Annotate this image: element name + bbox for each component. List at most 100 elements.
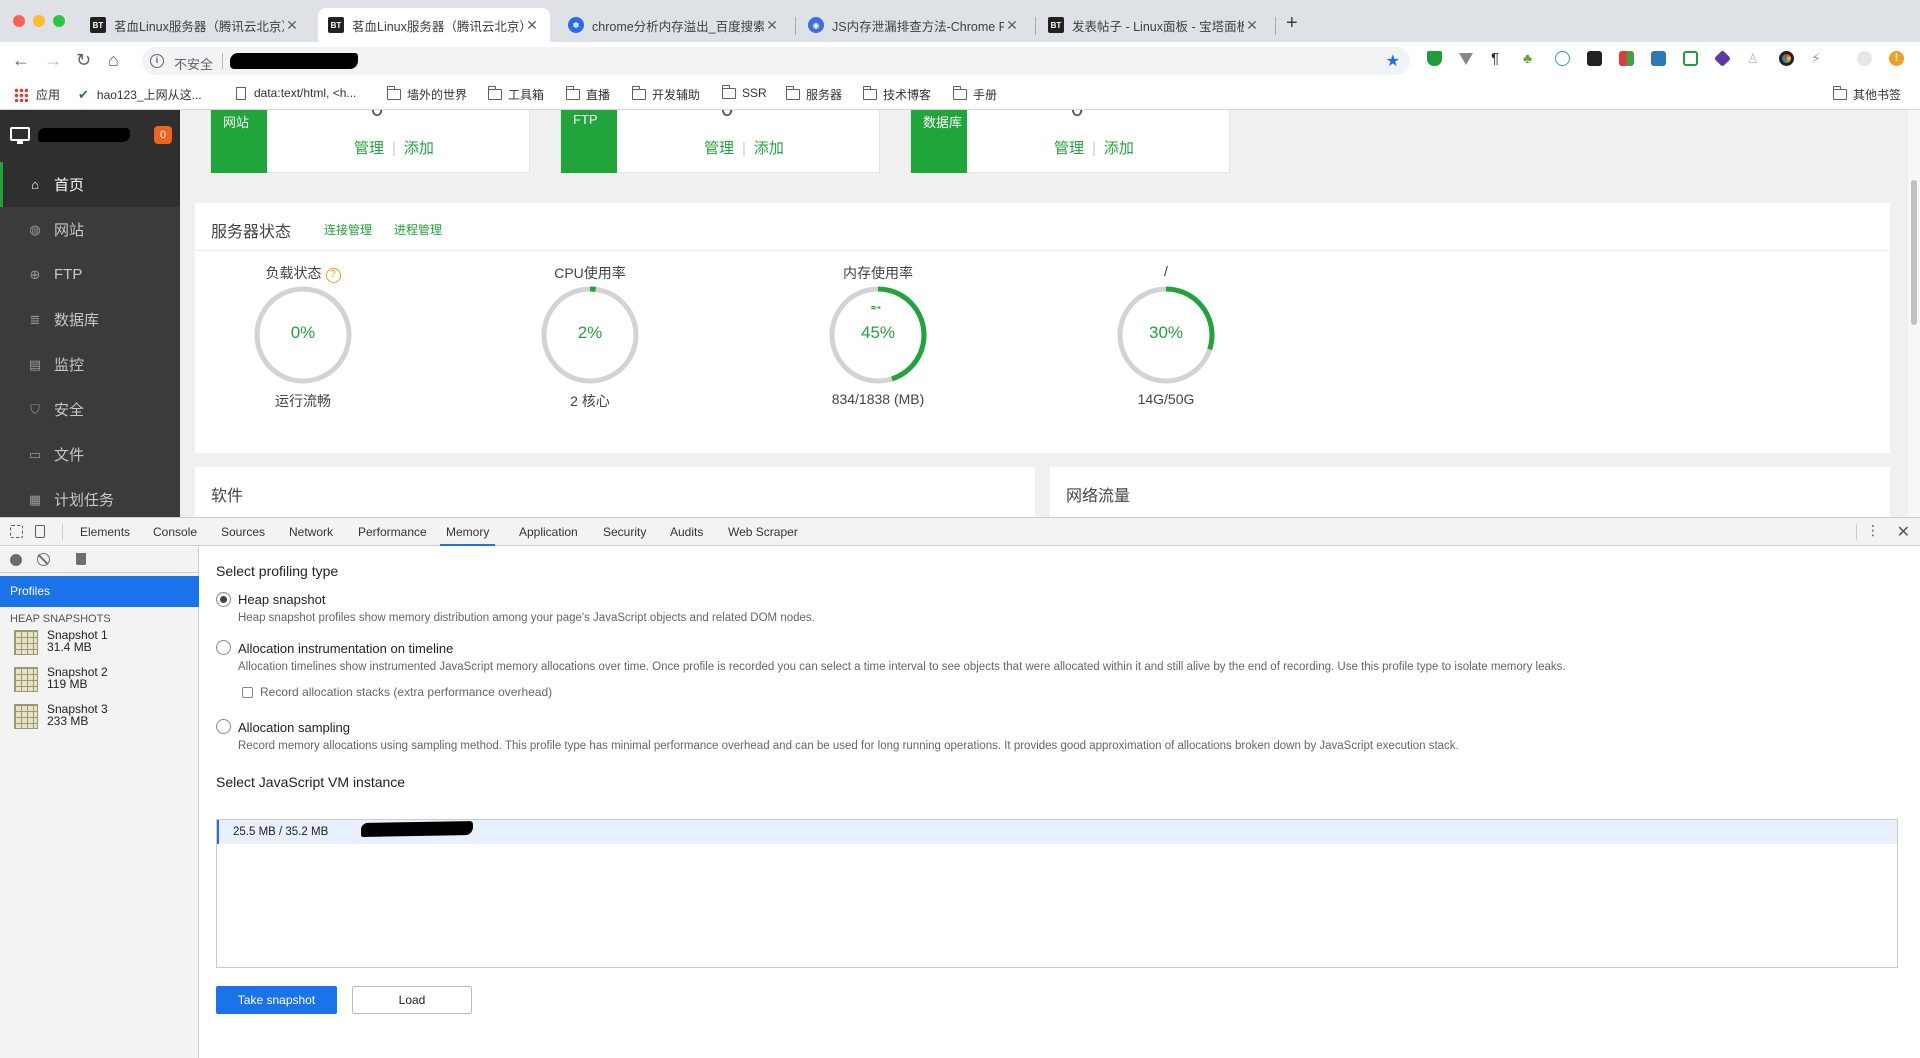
bookmark-folder[interactable]: 墙外的世界: [387, 86, 467, 103]
clear-icon[interactable]: [37, 553, 50, 566]
browser-tab[interactable]: ◉ JS内存泄漏排查方法-Chrome Profiles ✕: [798, 8, 1030, 42]
vm-instance-row[interactable]: 25.5 MB / 35.2 MB: [217, 820, 1897, 844]
bookmark-item[interactable]: ✔ hao123_上网从这...: [78, 86, 202, 103]
new-tab-button[interactable]: +: [1286, 12, 1298, 35]
browser-tab-active[interactable]: BT 茗血Linux服务器（腾讯云北京） ✕: [318, 8, 550, 42]
connection-manage-link[interactable]: 连接管理: [324, 221, 372, 238]
bookmark-folder[interactable]: 技术博客: [863, 86, 931, 103]
manage-link[interactable]: 管理: [354, 140, 384, 157]
tab-console[interactable]: Console: [147, 518, 203, 546]
page-scrollbar[interactable]: [1908, 110, 1920, 517]
load-gauge[interactable]: 负载状态? 0% 运行流畅: [223, 263, 383, 411]
allocation-timeline-label[interactable]: Allocation instrumentation on timeline: [238, 641, 453, 656]
paragraph-icon[interactable]: ¶: [1491, 51, 1506, 66]
manage-link[interactable]: 管理: [704, 140, 734, 157]
sidebar-item-home[interactable]: ⌂ 首页: [0, 162, 180, 207]
sidebar-item-ftp[interactable]: ⊕ FTP: [0, 252, 180, 297]
bookmark-item[interactable]: data:text/html, <h...: [236, 86, 356, 100]
lightning-icon[interactable]: ⚡: [1811, 51, 1826, 66]
green-square-icon[interactable]: [1683, 51, 1698, 66]
slash-box-icon[interactable]: [1651, 51, 1666, 66]
browser-tab[interactable]: BT 发表帖子 - Linux面板 - 宝塔面板 ✕: [1038, 8, 1270, 42]
take-snapshot-button[interactable]: Take snapshot: [216, 986, 337, 1014]
bookmark-star-icon[interactable]: ★: [1386, 51, 1400, 71]
bookmark-folder[interactable]: SSR: [722, 84, 767, 100]
adblock-shield-icon[interactable]: [1427, 51, 1442, 66]
sidebar-item-website[interactable]: ◍ 网站: [0, 207, 180, 252]
inspect-element-icon[interactable]: [10, 525, 23, 538]
sidebar-item-cron[interactable]: ▦ 计划任务: [0, 477, 180, 517]
tab-performance[interactable]: Performance: [352, 518, 433, 546]
info-icon[interactable]: i: [150, 54, 164, 68]
notification-badge[interactable]: 0: [154, 126, 172, 144]
snapshot-item[interactable]: Snapshot 2 119 MB: [14, 664, 199, 696]
cpu-gauge[interactable]: CPU使用率 2% 2 核心: [510, 263, 670, 411]
allocation-sampling-label[interactable]: Allocation sampling: [238, 720, 350, 735]
tab-audits[interactable]: Audits: [664, 518, 709, 546]
add-link[interactable]: 添加: [754, 140, 784, 157]
tab-security[interactable]: Security: [597, 518, 652, 546]
sidebar-item-database[interactable]: ≣ 数据库: [0, 297, 180, 342]
add-link[interactable]: 添加: [1104, 140, 1134, 157]
snapshot-item[interactable]: Snapshot 1 31.4 MB: [14, 627, 199, 659]
close-window-button[interactable]: [13, 15, 25, 27]
load-button[interactable]: Load: [352, 986, 472, 1014]
bookmark-folder[interactable]: 直播: [566, 86, 610, 103]
back-arrow-icon[interactable]: ←: [12, 50, 30, 70]
allocation-timeline-radio[interactable]: [216, 640, 231, 655]
more-options-icon[interactable]: ⋮: [1866, 522, 1880, 539]
device-toolbar-icon[interactable]: [35, 525, 45, 538]
close-devtools-icon[interactable]: ✕: [1897, 522, 1910, 542]
close-tab-icon[interactable]: ✕: [524, 17, 540, 34]
heap-snapshot-radio[interactable]: [216, 592, 231, 607]
close-tab-icon[interactable]: ✕: [1244, 17, 1260, 34]
bookmark-folder[interactable]: 手册: [953, 86, 997, 103]
snapshot-item[interactable]: Snapshot 3 233 MB: [14, 701, 199, 733]
tab-application[interactable]: Application: [513, 518, 584, 546]
minimize-window-button[interactable]: [33, 15, 45, 27]
security-status[interactable]: 不安全: [174, 54, 213, 73]
help-icon[interactable]: ?: [325, 268, 341, 283]
zoom-window-button[interactable]: [53, 15, 65, 27]
forward-arrow-icon[interactable]: →: [44, 50, 62, 70]
close-tab-icon[interactable]: ✕: [284, 17, 300, 34]
browser-tab[interactable]: BT 茗血Linux服务器（腾讯云北京） ✕: [80, 8, 310, 42]
record-icon[interactable]: [10, 554, 22, 566]
process-manage-link[interactable]: 进程管理: [394, 221, 442, 238]
sidebar-item-security[interactable]: ⛉ 安全: [0, 387, 180, 432]
tab-sources[interactable]: Sources: [215, 518, 271, 546]
browser-tab[interactable]: ✽ chrome分析内存溢出_百度搜索 ✕: [558, 8, 790, 42]
address-bar[interactable]: i 不安全 ★: [142, 47, 1410, 75]
reload-icon[interactable]: ↻: [76, 50, 91, 70]
close-tab-icon[interactable]: ✕: [1004, 17, 1020, 34]
apps-shortcut[interactable]: 应用: [14, 86, 60, 103]
colorful-grid-icon[interactable]: [1619, 51, 1634, 66]
update-alert-icon[interactable]: !: [1889, 51, 1904, 66]
sidebar-item-monitor[interactable]: ▤ 监控: [0, 342, 180, 387]
trash-icon[interactable]: [76, 553, 86, 565]
close-tab-icon[interactable]: ✕: [764, 17, 780, 34]
other-bookmarks-folder[interactable]: 其他书签: [1833, 86, 1901, 103]
home-icon[interactable]: ⌂: [108, 50, 119, 70]
sidebar-item-files[interactable]: ▭ 文件: [0, 432, 180, 477]
add-link[interactable]: 添加: [404, 140, 434, 157]
colorwheel-icon[interactable]: [1779, 51, 1794, 66]
tab-network[interactable]: Network: [283, 518, 339, 546]
tab-web-scraper[interactable]: Web Scraper: [722, 518, 804, 546]
profiles-header[interactable]: Profiles: [0, 576, 199, 607]
disk-gauge[interactable]: / 30% 14G/50G: [1086, 263, 1246, 407]
profile-avatar-icon[interactable]: [1857, 51, 1872, 66]
scrollbar-thumb[interactable]: [1911, 180, 1917, 325]
memory-gauge[interactable]: 内存使用率 ➶ 45% 834/1838 (MB): [798, 263, 958, 407]
record-stacks-checkbox[interactable]: [242, 687, 253, 698]
game-controller-icon[interactable]: [1587, 51, 1602, 66]
tab-elements[interactable]: Elements: [74, 518, 136, 546]
sprout-icon[interactable]: ♣: [1523, 51, 1538, 66]
record-stacks-label[interactable]: Record allocation stacks (extra performa…: [260, 685, 552, 699]
bookmark-folder[interactable]: 工具箱: [488, 86, 544, 103]
manage-link[interactable]: 管理: [1054, 140, 1084, 157]
person-icon[interactable]: ♙: [1747, 51, 1762, 66]
vue-devtools-icon[interactable]: [1459, 53, 1473, 65]
react-devtools-icon[interactable]: [1555, 51, 1570, 66]
tab-memory[interactable]: Memory: [440, 518, 496, 546]
